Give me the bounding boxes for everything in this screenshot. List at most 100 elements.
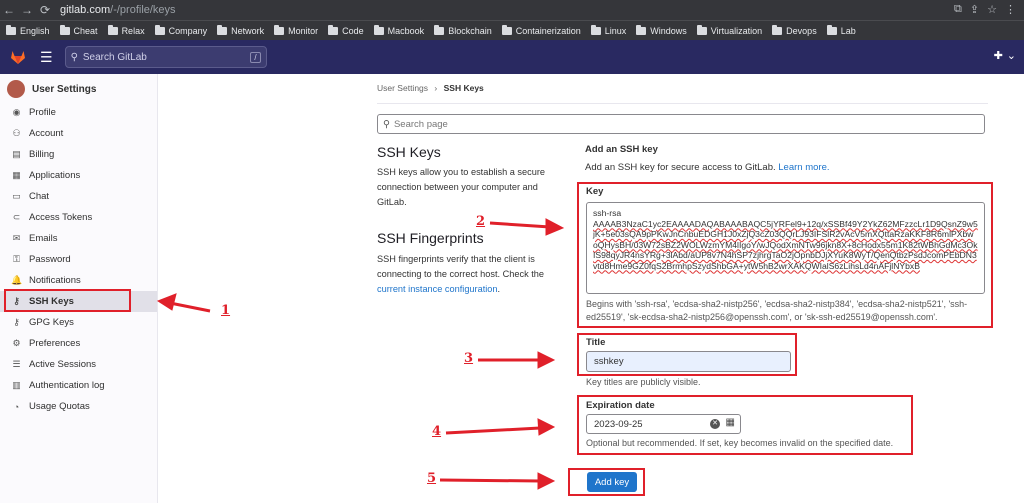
search-icon: ⚲: [70, 51, 78, 63]
new-item-icon[interactable]: ✚: [994, 49, 1003, 62]
global-search-input[interactable]: ⚲ Search GitLab /: [64, 46, 267, 68]
ssh-keys-heading: SSH Keys: [377, 144, 441, 160]
sidebar-item-account[interactable]: ⚇ Account: [0, 123, 157, 144]
folder-icon: [696, 24, 707, 35]
browser-actions: ⧉ ⇪ ☆ ⋮: [954, 3, 1016, 16]
form-intro: Add an SSH key for secure access to GitL…: [585, 162, 830, 173]
title-help-text: Key titles are publicly visible.: [586, 377, 701, 387]
bookmark-code[interactable]: Code: [328, 24, 364, 36]
bookmark-company[interactable]: Company: [154, 24, 208, 36]
bookmark-devops[interactable]: Devops: [772, 24, 817, 36]
sidebar-item-label: Active Sessions: [29, 359, 97, 370]
sidebar-item-access-tokens[interactable]: ⊂ Access Tokens: [0, 207, 157, 228]
sidebar-header[interactable]: User Settings: [0, 76, 157, 102]
ssh-fingerprints-description: SSH fingerprints verify that the client …: [377, 252, 549, 297]
sidebar-item-label: Preferences: [29, 338, 81, 349]
sidebar-item-notifications[interactable]: 🔔 Notifications: [0, 270, 157, 291]
back-icon[interactable]: ←: [0, 3, 18, 17]
sidebar-title: User Settings: [32, 83, 97, 95]
page-search-input[interactable]: ⚲ Search page: [377, 114, 985, 134]
sidebar-item-icon: ⚷: [13, 317, 20, 327]
bookmark-label: Monitor: [288, 25, 319, 36]
folder-icon: [217, 24, 228, 35]
fingerprints-text: SSH fingerprints verify that the client …: [377, 254, 544, 279]
annotation-box-key: [577, 182, 993, 328]
sidebar-item-profile[interactable]: ◉ Profile: [0, 102, 157, 123]
bookmark-network[interactable]: Network: [217, 24, 265, 36]
bookmark-virtualization[interactable]: Virtualization: [696, 24, 762, 36]
annotation-number-5: 5: [427, 471, 437, 486]
sidebar-item-billing[interactable]: ▤ Billing: [0, 144, 157, 165]
star-icon[interactable]: ☆: [987, 3, 997, 16]
sidebar-item-icon: 🔔: [11, 275, 23, 285]
forward-icon[interactable]: →: [18, 3, 36, 17]
header-right: ✚ ⌄: [994, 49, 1016, 62]
bookmark-macbook[interactable]: Macbook: [373, 24, 425, 36]
breadcrumb-divider: [377, 103, 988, 104]
folder-icon: [772, 24, 783, 35]
sidebar-item-icon: ⚇: [12, 128, 21, 138]
chevron-down-icon[interactable]: ⌄: [1007, 49, 1016, 62]
sidebar-item-icon: ▥: [12, 380, 21, 390]
folder-icon: [826, 24, 837, 35]
sidebar-item-label: Authentication log: [29, 380, 105, 391]
sidebar-item-label: Emails: [29, 233, 58, 244]
sidebar-item-label: Chat: [29, 191, 50, 202]
bookmark-label: Network: [231, 25, 265, 36]
bookmark-monitor[interactable]: Monitor: [274, 24, 319, 36]
sidebar-item-authentication-log[interactable]: ▥ Authentication log: [0, 375, 157, 396]
sidebar-item-gpg-keys[interactable]: ⚷ GPG Keys: [0, 312, 157, 333]
bookmark-relax[interactable]: Relax: [107, 24, 145, 36]
hamburger-menu-icon[interactable]: ☰: [40, 49, 53, 66]
bookmark-label: Devops: [786, 25, 817, 36]
sidebar-item-emails[interactable]: ✉ Emails: [0, 228, 157, 249]
sidebar-item-active-sessions[interactable]: ☰ Active Sessions: [0, 354, 157, 375]
sidebar-item-icon: ⚙: [12, 338, 21, 348]
share-icon[interactable]: ⇪: [970, 3, 979, 16]
annotation-number-3: 3: [464, 351, 474, 366]
url-path: /-/profile/keys: [110, 4, 176, 16]
sidebar-item-label: GPG Keys: [29, 317, 74, 328]
sidebar-item-icon: ◔: [13, 401, 20, 412]
sidebar-item-label: Account: [29, 128, 64, 139]
sidebar-item-label: Profile: [29, 107, 56, 118]
sidebar-item-preferences[interactable]: ⚙ Preferences: [0, 333, 157, 354]
bookmark-label: Containerization: [515, 25, 581, 36]
menu-icon[interactable]: ⋮: [1005, 3, 1016, 16]
folder-icon: [6, 24, 16, 35]
sidebar-item-icon: ☰: [12, 359, 21, 369]
bookmark-label: Macbook: [387, 25, 425, 36]
breadcrumb-current: SSH Keys: [443, 83, 484, 93]
sidebar-item-usage-quotas[interactable]: ◔ Usage Quotas: [0, 396, 157, 417]
learn-more-link[interactable]: Learn more.: [778, 162, 829, 173]
sidebar-item-applications[interactable]: ▦ Applications: [0, 165, 157, 186]
form-intro-text: Add an SSH key for secure access to GitL…: [585, 162, 776, 173]
sidebar-item-chat[interactable]: ▭ Chat: [0, 186, 157, 207]
bookmark-english[interactable]: English: [6, 24, 50, 36]
form-title: Add an SSH key: [585, 144, 658, 155]
instance-configuration-link[interactable]: current instance configuration: [377, 284, 498, 294]
bookmark-label: Windows: [650, 25, 687, 36]
translate-icon[interactable]: ⧉: [954, 3, 962, 16]
sidebar-item-password[interactable]: ⚿ Password: [0, 249, 157, 270]
folder-icon: [501, 24, 512, 35]
bookmark-label: Company: [168, 25, 208, 36]
bookmark-windows[interactable]: Windows: [636, 24, 687, 36]
bookmark-containerization[interactable]: Containerization: [501, 24, 581, 36]
annotation-box-add-key: [568, 468, 645, 496]
folder-icon: [107, 24, 118, 35]
sidebar-item-label: Access Tokens: [29, 212, 93, 223]
bookmark-lab[interactable]: Lab: [826, 24, 856, 36]
reload-icon[interactable]: ⟳: [36, 3, 54, 17]
gitlab-logo-icon[interactable]: [10, 49, 26, 65]
bookmark-label: Lab: [840, 25, 856, 36]
address-bar[interactable]: gitlab.com/-/profile/keys: [60, 4, 176, 16]
sidebar-item-icon: ▦: [12, 170, 21, 180]
bookmark-blockchain[interactable]: Blockchain: [434, 24, 492, 36]
annotation-number-2: 2: [476, 214, 486, 229]
sidebar-item-label: Notifications: [29, 275, 81, 286]
breadcrumb-parent[interactable]: User Settings: [377, 83, 428, 93]
bookmark-cheat[interactable]: Cheat: [59, 24, 98, 36]
bookmark-linux[interactable]: Linux: [590, 24, 626, 36]
search-shortcut-badge: /: [250, 51, 261, 63]
